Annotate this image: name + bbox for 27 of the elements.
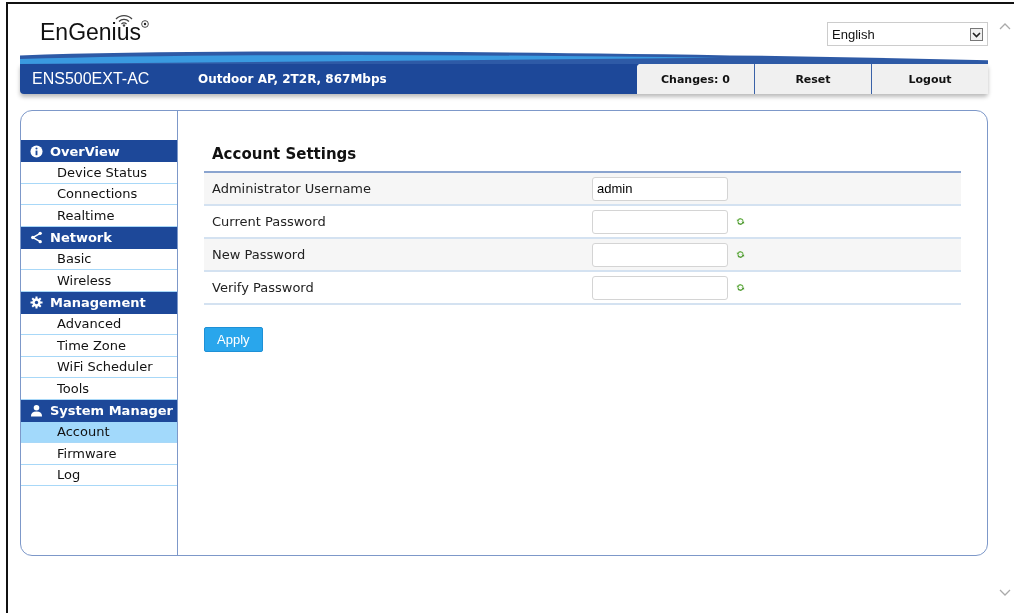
device-description: Outdoor AP, 2T2R, 867Mbps <box>198 72 388 86</box>
sidebar-section-header[interactable]: Management <box>21 291 177 314</box>
engenius-logo: EnGenius <box>40 18 149 48</box>
password-field[interactable] <box>592 242 728 267</box>
scroll-up-icon[interactable] <box>999 22 1011 30</box>
section-title: Account Settings <box>212 145 358 163</box>
field-label: Verify Password <box>212 280 315 295</box>
field-label: Current Password <box>212 214 327 229</box>
password-field[interactable] <box>592 275 728 300</box>
field-label: New Password <box>212 247 307 262</box>
share-icon <box>30 231 43 244</box>
sidebar-section-header[interactable]: Network <box>21 226 177 249</box>
model-name: ENS500EXT-AC <box>31 70 151 88</box>
gear-icon <box>30 296 43 309</box>
scroll-down-icon[interactable] <box>999 589 1011 597</box>
user-icon <box>30 404 43 417</box>
refresh-icon[interactable] <box>736 217 745 226</box>
refresh-icon[interactable] <box>736 283 745 292</box>
sidebar-section-header[interactable]: OverView <box>21 140 177 162</box>
sidebar-section-header[interactable]: System Manager <box>21 399 177 422</box>
password-field[interactable] <box>592 209 728 234</box>
sidebar-item[interactable]: Account <box>21 421 177 443</box>
info-icon <box>30 144 43 158</box>
input-field[interactable]: admin <box>592 176 728 201</box>
language-select[interactable]: English <box>827 22 988 46</box>
refresh-icon[interactable] <box>736 250 745 259</box>
field-label: Administrator Username <box>212 181 373 196</box>
